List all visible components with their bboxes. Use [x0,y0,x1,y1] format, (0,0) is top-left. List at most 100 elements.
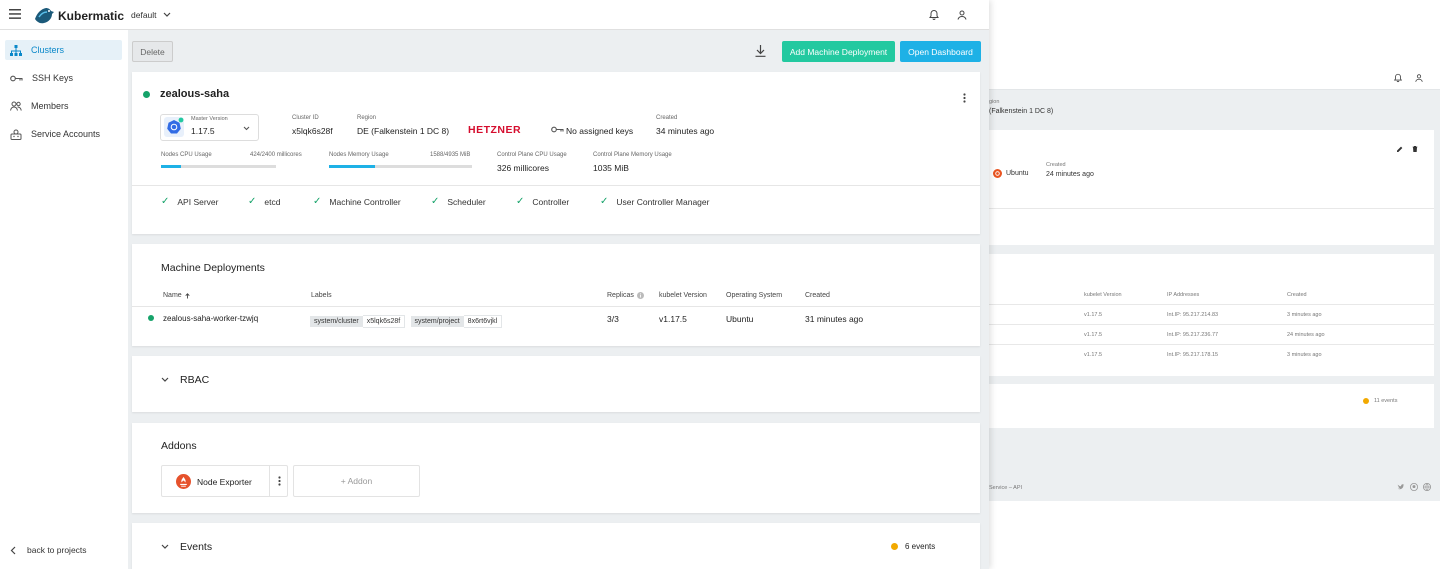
check-icon: ✓ [600,196,609,207]
addons-title: Addons [161,440,197,452]
cpu-usage-fill [161,165,182,168]
check-icon: ✓ [516,196,525,207]
bg-node-ip: Int.IP: 95.217.214.83 [1167,312,1219,318]
cluster-id: x5lqk6s28f [292,126,333,136]
sidebar-item-clusters[interactable]: Clusters [5,40,122,60]
sidebar-item-ssh-keys[interactable]: SSH Keys [5,68,122,88]
bg-node-created: 3 minutes ago [1287,352,1322,358]
menu-icon[interactable] [9,9,21,19]
health-label: etcd [264,196,281,207]
check-icon: ✓ [431,196,440,207]
back-to-projects[interactable]: back to projects [5,540,122,560]
sort-arrow-icon [185,292,190,299]
label-value: x5lqk6s28f [362,315,406,328]
add-addon-button[interactable]: + Addon [293,465,420,497]
bg-divider [989,344,1434,345]
ssh-keys-value: No assigned keys [566,126,634,136]
bg-node-ip: Int.IP: 95.217.178.15 [1167,352,1219,358]
cluster-card: zealous-saha Master Version 1.17.5 Clust… [132,72,980,234]
provider-logo: HETZNER [468,124,522,136]
cpu-usage-label: Nodes CPU Usage [161,152,212,158]
user-icon[interactable] [956,9,968,21]
health-label: Machine Controller [329,196,401,207]
background-window: gion (Falkenstein 1 DC 8) Ubuntu Created… [989,0,1440,569]
health-api-server: ✓ API Server [161,196,219,207]
sidebar: Clusters SSH Keys Members Service Accoun… [0,30,128,569]
user-icon[interactable] [1414,73,1424,83]
delete-icon[interactable] [1411,145,1419,153]
app-title[interactable]: Kubermatic [58,9,124,23]
bg-divider [989,304,1434,305]
sidebar-item-label: SSH Keys [32,73,74,83]
card-divider [132,185,980,186]
bg-divider [989,324,1434,325]
open-dashboard-button[interactable]: Open Dashboard [900,41,981,62]
twitter-icon[interactable] [1397,483,1405,491]
col-kubelet: kubelet Version [659,292,707,299]
row-replicas: 3/3 [607,314,619,324]
bell-icon[interactable] [928,9,940,21]
table-row[interactable]: zealous-saha-worker-tzwjq system/cluster… [132,307,980,333]
health-scheduler: ✓ Scheduler [431,196,486,207]
delete-button[interactable]: Delete [132,41,173,62]
cpu-usage-value: 424/2400 millicores [250,152,302,158]
sidebar-item-service-accounts[interactable]: Service Accounts [5,124,122,144]
master-version-select[interactable]: Master Version 1.17.5 [160,114,259,141]
health-label: Scheduler [447,196,486,207]
memory-usage-label: Nodes Memory Usage [329,152,389,158]
bg-events-card: 11 events [989,384,1434,428]
created-value: 34 minutes ago [656,126,715,136]
row-kubelet: v1.17.5 [659,314,687,324]
chevron-expand-icon[interactable] [161,377,169,383]
more-vert-icon[interactable] [963,93,966,103]
chevron-down-icon [243,126,250,131]
region-label: Region [357,115,377,121]
github-icon[interactable] [1410,483,1418,491]
bg-os: Ubuntu [1006,170,1029,177]
project-selector[interactable]: default [131,10,171,20]
health-user-controller-manager: ✓ User Controller Manager [600,196,709,207]
health-etcd: ✓ etcd [248,196,280,207]
main-window: Kubermatic default Clusters SSH Keys Mem… [0,0,989,569]
bell-icon[interactable] [1393,73,1403,83]
check-icon: ✓ [248,196,257,207]
health-controller: ✓ Controller [516,196,569,207]
bg-footer: Service – API [989,485,1023,491]
bg-node-ip: Int.IP: 95.217.236.77 [1167,332,1219,338]
bg-created: 24 minutes ago [1046,171,1094,178]
chevron-expand-icon[interactable] [161,544,169,550]
info-icon[interactable] [636,292,644,299]
project-name: default [131,10,157,20]
col-name[interactable]: Name [163,292,190,299]
cp-memory-value: 1035 MiB [593,163,629,173]
globe-icon[interactable] [1423,483,1431,491]
add-machine-deployment-button[interactable]: Add Machine Deployment [782,41,895,62]
edit-icon[interactable] [1396,145,1404,153]
sidebar-item-label: Members [31,101,69,111]
status-dot [143,91,150,98]
bg-divider [989,208,1434,209]
cpu-usage-bar [161,165,276,168]
machine-deployments-card: Machine Deployments Name Labels Replicas… [132,244,980,346]
label-key: system/project [410,316,464,327]
cp-memory-label: Control Plane Memory Usage [593,152,672,158]
events-card[interactable]: Events 6 events [132,523,980,569]
chevron-down-icon [163,12,171,18]
addon-name: Node Exporter [197,477,252,487]
kubernetes-icon [164,117,184,137]
col-labels: Labels [311,292,332,299]
created-label: Created [656,115,678,121]
memory-usage-bar [329,165,472,168]
sidebar-item-members[interactable]: Members [5,96,122,116]
master-version-value: 1.17.5 [191,126,215,136]
back-to-projects-label: back to projects [27,545,87,555]
addon-menu-button[interactable] [269,465,288,497]
kubermatic-logo-icon[interactable] [33,5,55,25]
col-os: Operating System [726,292,783,299]
memory-usage-fill [329,165,376,168]
rbac-card[interactable]: RBAC [132,356,980,412]
bg-node-created: 24 minutes ago [1287,332,1325,338]
label-key: system/cluster [310,316,363,327]
download-icon[interactable] [755,45,766,57]
health-label: User Controller Manager [616,196,710,207]
